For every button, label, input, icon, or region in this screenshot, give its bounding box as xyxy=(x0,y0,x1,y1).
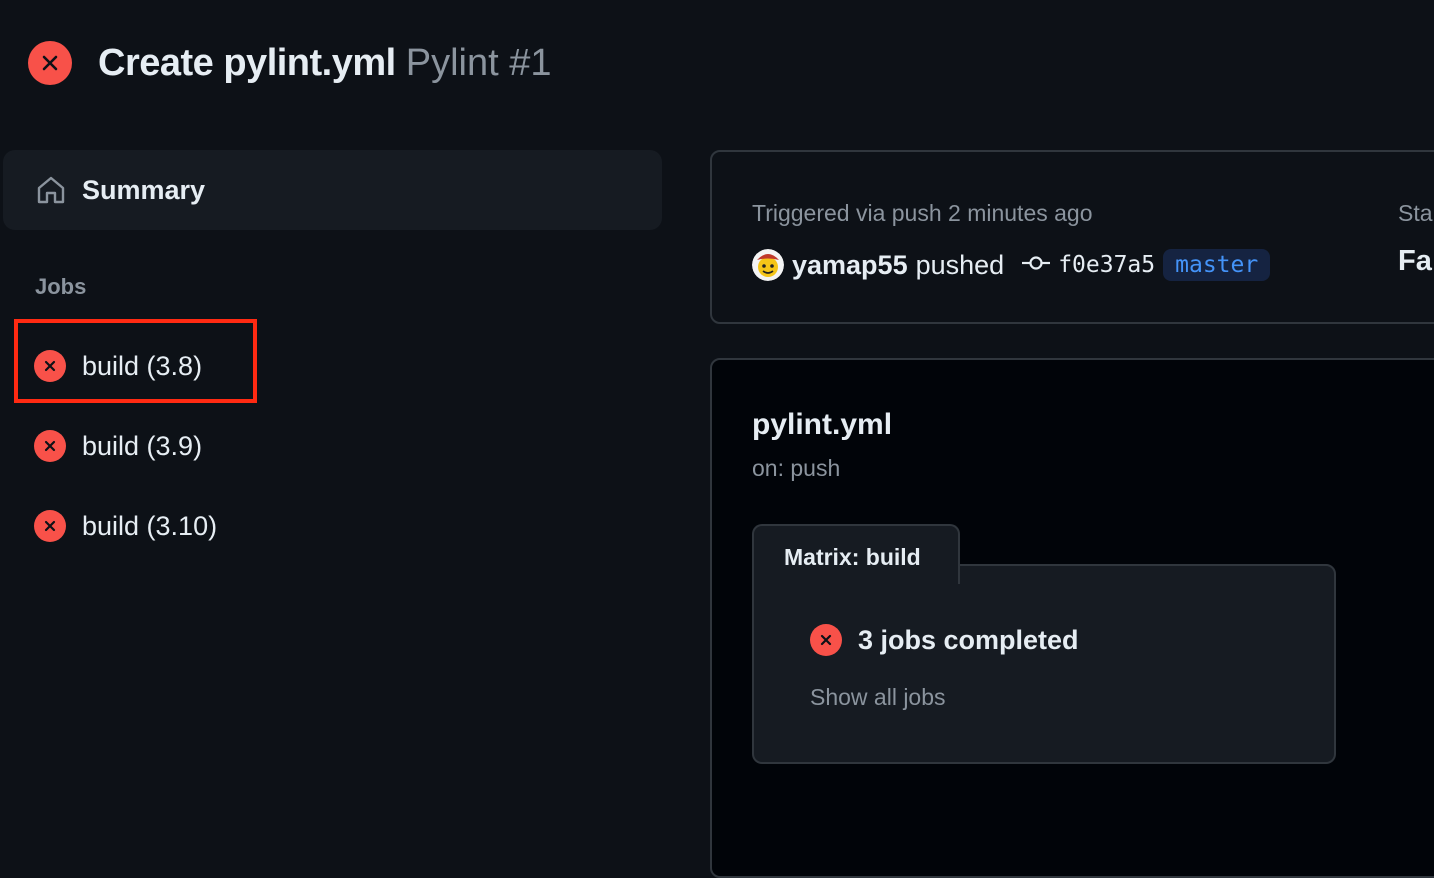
page-title: Create pylint.yml xyxy=(98,41,396,84)
jobs-completed-label: 3 jobs completed xyxy=(858,624,1079,655)
run-info-card: Triggered via push 2 minutes ago yamap55… xyxy=(710,150,1434,324)
git-commit-icon xyxy=(1022,253,1051,278)
job-label: build (3.10) xyxy=(82,510,218,541)
commit-sha-link[interactable]: f0e37a5 xyxy=(1058,252,1155,278)
username-link[interactable]: yamap55 xyxy=(792,250,908,281)
x-circle-fill-icon xyxy=(34,430,66,462)
show-all-jobs-link[interactable]: Show all jobs xyxy=(810,684,946,711)
status-value: Fa xyxy=(1398,245,1432,277)
trigger-text: Triggered via push 2 minutes ago xyxy=(752,200,1093,226)
workflow-trigger-event: on: push xyxy=(752,455,841,481)
matrix-tab: Matrix: build xyxy=(752,524,960,584)
run-header: Create pylint.yml Pylint #1 xyxy=(28,40,551,86)
status-label: Sta xyxy=(1398,200,1433,226)
workflow-run-number: Pylint #1 xyxy=(405,41,552,84)
pusher-row: yamap55 pushed f0e37a5 master xyxy=(752,245,1271,285)
job-label: build (3.9) xyxy=(82,430,203,461)
workflow-file-name: pylint.yml xyxy=(752,408,893,441)
jobs-heading: Jobs xyxy=(35,274,87,299)
x-circle-fill-icon xyxy=(28,41,72,85)
home-icon xyxy=(37,176,65,204)
avatar[interactable] xyxy=(752,249,784,281)
sidebar-item-summary[interactable]: Summary xyxy=(3,150,662,230)
matrix-jobs-box: 3 jobs completed Show all jobs xyxy=(752,564,1336,764)
job-item-build-3-10[interactable]: build (3.10) xyxy=(34,504,217,548)
x-circle-fill-icon xyxy=(810,624,842,656)
push-action-text: pushed xyxy=(915,249,1005,280)
jobs-completed-status: 3 jobs completed xyxy=(810,624,1079,656)
branch-badge[interactable]: master xyxy=(1163,249,1271,281)
matrix-label: Matrix: build xyxy=(784,544,921,570)
x-circle-fill-icon xyxy=(34,510,66,542)
highlight-annotation xyxy=(14,319,257,403)
sidebar-item-label: Summary xyxy=(82,174,206,205)
job-item-build-3-9[interactable]: build (3.9) xyxy=(34,424,202,468)
